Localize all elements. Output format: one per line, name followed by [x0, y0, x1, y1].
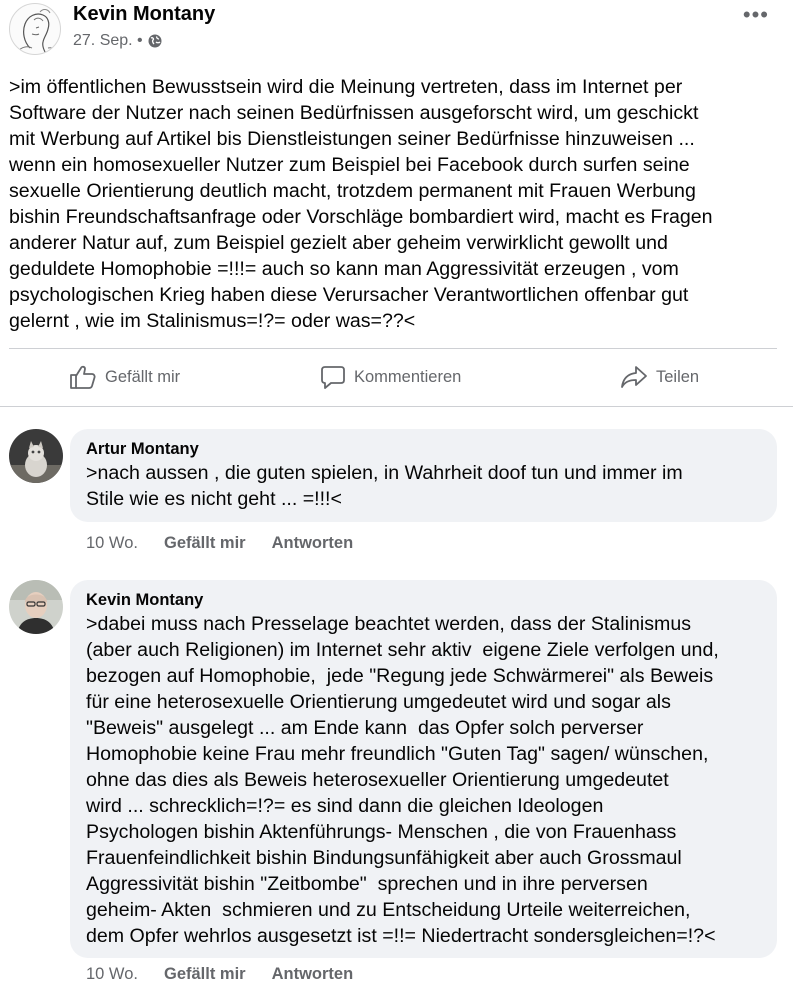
comment-time[interactable]: 10 Wo.: [86, 534, 138, 553]
globe-icon: [148, 34, 162, 48]
comment-bubble-icon: [321, 366, 345, 389]
more-options-button[interactable]: •••: [743, 2, 769, 28]
comment-text: >dabei muss nach Presselage beachtet wer…: [86, 613, 719, 947]
share-label: Teilen: [656, 367, 700, 386]
post-meta: 27. Sep. •: [73, 32, 163, 50]
thumbs-up-icon: [70, 365, 96, 389]
comment-bubble: Kevin Montany >dabei muss nach Presselag…: [70, 580, 777, 958]
commenter-avatar[interactable]: [9, 429, 63, 483]
share-arrow-icon: [621, 366, 647, 388]
comment-actions: 10 Wo. Gefällt mir Antworten: [86, 965, 353, 984]
cat-photo-icon: [9, 429, 63, 483]
author-avatar[interactable]: [9, 3, 61, 55]
comment-bubble: Artur Montany >nach aussen , die guten s…: [70, 429, 777, 522]
comment-author[interactable]: Kevin Montany: [86, 589, 761, 611]
comment-reply-button[interactable]: Antworten: [272, 534, 354, 553]
post-text: >im öffentlichen Bewusstsein wird die Me…: [9, 76, 713, 332]
comment-text: >nach aussen , die guten spielen, in Wah…: [86, 462, 683, 510]
comment-time[interactable]: 10 Wo.: [86, 965, 138, 984]
comment-reply-button[interactable]: Antworten: [272, 965, 354, 984]
section-divider: [0, 406, 793, 407]
comment-like-button[interactable]: Gefällt mir: [164, 965, 246, 984]
divider: [9, 348, 777, 349]
like-label: Gefällt mir: [105, 367, 181, 386]
like-button[interactable]: Gefällt mir: [69, 364, 180, 390]
comment-author[interactable]: Artur Montany: [86, 438, 761, 460]
sketch-portrait-icon: [18, 9, 59, 54]
comment-like-button[interactable]: Gefällt mir: [164, 534, 246, 553]
post-date[interactable]: 27. Sep. •: [73, 32, 143, 50]
comment-button[interactable]: Kommentieren: [320, 364, 461, 390]
commenter-avatar[interactable]: [9, 580, 63, 634]
share-button[interactable]: Teilen: [620, 364, 699, 390]
comment-actions: 10 Wo. Gefällt mir Antworten: [86, 534, 353, 553]
post-action-bar: Gefällt mir Kommentieren Teilen: [0, 350, 793, 406]
post-header: Kevin Montany 27. Sep. • •••: [0, 0, 793, 64]
post-author-name[interactable]: Kevin Montany: [73, 3, 215, 26]
comment-label: Kommentieren: [354, 367, 462, 386]
person-photo-icon: [9, 580, 63, 634]
